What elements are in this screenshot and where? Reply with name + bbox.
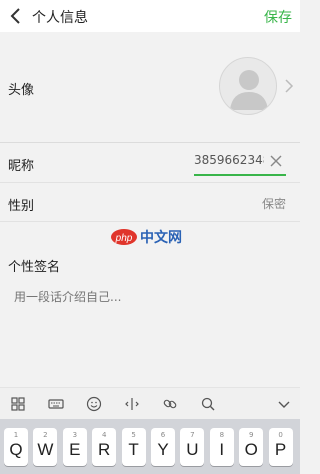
- key-number-hint: 1: [13, 431, 19, 439]
- key-number-hint: 2: [43, 431, 48, 439]
- search-icon[interactable]: [200, 396, 216, 412]
- page-title: 个人信息: [32, 10, 88, 26]
- nickname-input[interactable]: [194, 153, 264, 167]
- nickname-label: 昵称: [8, 159, 35, 174]
- avatar[interactable]: [219, 57, 277, 115]
- key-letter: Y: [157, 440, 169, 459]
- signature-label: 个性签名: [8, 260, 61, 275]
- key-o[interactable]: 9O: [239, 428, 264, 466]
- grid-icon[interactable]: [10, 396, 26, 412]
- key-y[interactable]: 6Y: [151, 428, 175, 466]
- key-t[interactable]: 5T: [121, 428, 146, 466]
- key-number-hint: 0: [278, 431, 283, 439]
- watermark-cn: 中文网: [140, 229, 182, 246]
- chevron-right-icon: [285, 79, 294, 93]
- key-number-hint: 7: [190, 431, 195, 439]
- clear-icon[interactable]: [270, 155, 282, 167]
- key-number-hint: 6: [160, 431, 166, 439]
- key-number-hint: 3: [72, 431, 78, 439]
- collapse-chevron-icon[interactable]: [276, 396, 292, 412]
- key-w[interactable]: 2W: [33, 428, 58, 466]
- key-letter: E: [69, 440, 81, 459]
- key-letter: Q: [9, 440, 23, 459]
- default-user-icon: [230, 70, 268, 110]
- watermark-php: php: [115, 233, 133, 244]
- key-letter: U: [186, 440, 199, 459]
- signature-row: 个性签名: [0, 250, 300, 276]
- avatar-label: 头像: [8, 83, 35, 98]
- nickname-row: 昵称: [0, 143, 300, 183]
- gender-label: 性别: [8, 199, 35, 214]
- key-letter: W: [37, 440, 54, 459]
- key-number-hint: 4: [101, 431, 107, 439]
- input-underline: [194, 174, 286, 176]
- key-q[interactable]: 1Q: [4, 428, 28, 466]
- key-letter: T: [128, 440, 139, 459]
- keyboard: 1Q2W3E4R5T6Y7U8I9O0P: [0, 419, 300, 474]
- key-letter: O: [244, 440, 258, 459]
- php-cn-watermark: php 中文网: [110, 227, 194, 247]
- cursor-icon[interactable]: [124, 396, 140, 412]
- gender-value: 保密: [261, 197, 286, 211]
- signature-input[interactable]: [0, 278, 300, 318]
- gender-row[interactable]: 性别 保密: [0, 184, 300, 222]
- link-icon[interactable]: [162, 396, 178, 412]
- key-p[interactable]: 0P: [268, 428, 293, 466]
- key-u[interactable]: 7U: [180, 428, 205, 466]
- key-number-hint: 8: [219, 431, 225, 439]
- avatar-row[interactable]: 头像: [0, 33, 300, 143]
- save-button[interactable]: 保存: [264, 7, 292, 27]
- key-letter: R: [98, 440, 111, 459]
- key-letter: P: [274, 440, 287, 459]
- keyboard-toolbar: [0, 387, 300, 419]
- back-arrow-icon[interactable]: [6, 6, 26, 26]
- key-number-hint: 5: [131, 431, 136, 439]
- key-letter: I: [219, 440, 225, 459]
- keyboard-icon[interactable]: [48, 396, 64, 412]
- key-e[interactable]: 3E: [62, 428, 87, 466]
- key-number-hint: 9: [248, 431, 254, 439]
- key-r[interactable]: 4R: [92, 428, 117, 466]
- top-bar: 个人信息 保存: [0, 0, 300, 32]
- key-i[interactable]: 8I: [209, 428, 234, 466]
- emoji-icon[interactable]: [86, 396, 102, 412]
